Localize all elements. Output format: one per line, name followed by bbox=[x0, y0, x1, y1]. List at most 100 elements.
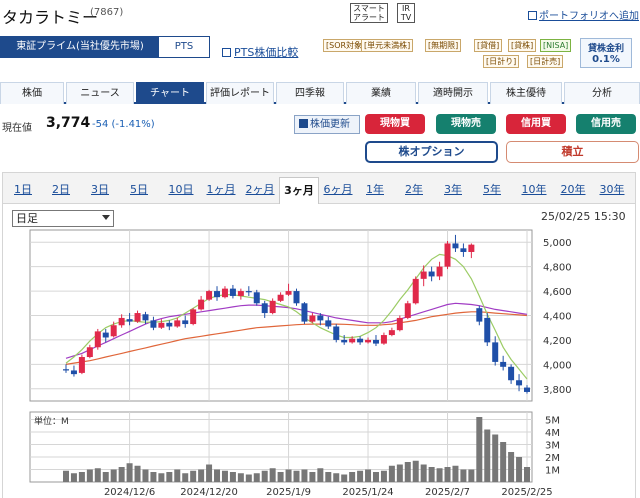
volume-bar bbox=[380, 470, 387, 482]
candle-body bbox=[460, 248, 467, 252]
volume-bar bbox=[309, 472, 316, 482]
volume-bar bbox=[301, 469, 308, 482]
volume-bar bbox=[508, 452, 515, 482]
volume-unit-label: 単位：M bbox=[34, 415, 69, 427]
volume-bar bbox=[142, 469, 149, 482]
candle-body bbox=[444, 243, 451, 267]
candle-body bbox=[341, 339, 348, 343]
candle-body bbox=[78, 357, 85, 373]
volume-bar bbox=[174, 469, 181, 482]
candle-body bbox=[229, 288, 236, 296]
candle-body bbox=[500, 361, 507, 367]
volume-bar bbox=[492, 434, 499, 482]
volume-bar bbox=[70, 473, 77, 482]
x-tick-label: 2024/12/20 bbox=[180, 487, 238, 498]
candle-body bbox=[484, 317, 491, 343]
volume-bar bbox=[388, 465, 395, 482]
candle-body bbox=[198, 299, 205, 310]
candle-body bbox=[126, 319, 133, 322]
volume-bar bbox=[277, 472, 284, 482]
volume-tick-label: 3M bbox=[545, 441, 560, 452]
candle-body bbox=[142, 314, 149, 321]
volume-bar bbox=[317, 468, 324, 482]
candle-body bbox=[206, 291, 213, 300]
candle-body bbox=[325, 320, 332, 327]
volume-bar bbox=[468, 469, 475, 482]
candle-body bbox=[309, 315, 316, 322]
volume-bar bbox=[365, 469, 372, 482]
price-tick-label: 4,000 bbox=[543, 360, 572, 371]
volume-bar bbox=[476, 417, 483, 482]
candle-body bbox=[174, 320, 181, 327]
volume-bar bbox=[78, 472, 85, 482]
volume-bar bbox=[86, 469, 93, 482]
candle-body bbox=[190, 309, 197, 325]
candle-body bbox=[166, 322, 173, 327]
volume-bar bbox=[245, 474, 252, 482]
candle-body bbox=[70, 370, 77, 375]
price-chart[interactable]: 5,000 4,800 4,600 4,400 4,200 4,000 3,800 5M4M 3… bbox=[0, 0, 640, 498]
volume-bar bbox=[372, 472, 379, 482]
volume-bar bbox=[428, 467, 435, 482]
price-tick-label: 4,200 bbox=[543, 336, 572, 347]
candle-body bbox=[102, 332, 109, 338]
volume-bar bbox=[460, 469, 467, 482]
candle-body bbox=[158, 322, 165, 328]
volume-bar bbox=[261, 470, 268, 482]
volume-bar bbox=[110, 469, 117, 482]
volume-bar bbox=[341, 474, 348, 482]
candle-body bbox=[508, 366, 515, 381]
candle-body bbox=[134, 313, 141, 322]
candle-body bbox=[301, 303, 308, 322]
volume-bar bbox=[206, 464, 213, 482]
candle-body bbox=[94, 331, 101, 348]
candle-body bbox=[492, 342, 499, 362]
volume-bar bbox=[221, 470, 228, 482]
candle-body bbox=[253, 292, 260, 304]
volume-tick-label: 5M bbox=[545, 416, 560, 427]
volume-bar bbox=[333, 473, 340, 482]
volume-bar bbox=[412, 460, 419, 482]
volume-bar bbox=[357, 470, 364, 482]
candle-body bbox=[372, 339, 379, 344]
candle-body bbox=[269, 300, 276, 314]
candle-body bbox=[436, 266, 443, 277]
volume-bar bbox=[134, 465, 141, 482]
candle-body bbox=[452, 243, 459, 249]
candle-body bbox=[285, 291, 292, 295]
candle-body bbox=[349, 338, 356, 343]
candle-body bbox=[293, 291, 300, 304]
volume-bar bbox=[285, 469, 292, 482]
price-tick-label: 4,600 bbox=[543, 287, 572, 298]
volume-tick-label: 4M bbox=[545, 428, 560, 439]
volume-bar bbox=[404, 462, 411, 482]
volume-bar bbox=[198, 469, 205, 482]
candle-body bbox=[365, 339, 372, 343]
volume-bar bbox=[325, 472, 332, 482]
x-tick-label: 2025/1/24 bbox=[342, 487, 393, 498]
volume-bar bbox=[126, 463, 133, 482]
volume-tick-label: 1M bbox=[545, 466, 560, 477]
volume-bar bbox=[524, 467, 530, 482]
volume-bar bbox=[229, 472, 236, 482]
candle-body bbox=[317, 315, 324, 321]
volume-bar bbox=[182, 473, 189, 482]
volume-bar bbox=[349, 472, 356, 482]
volume-bar bbox=[452, 465, 459, 482]
x-tick-label: 2025/2/7 bbox=[425, 487, 470, 498]
candle-body bbox=[182, 320, 189, 325]
volume-bar bbox=[420, 464, 427, 482]
candle-body bbox=[380, 335, 387, 344]
volume-bar bbox=[118, 467, 125, 482]
volume-bar bbox=[166, 472, 173, 482]
volume-bar bbox=[214, 469, 221, 482]
volume-bar bbox=[94, 468, 101, 482]
candle-body bbox=[214, 291, 221, 298]
candle-body bbox=[110, 325, 117, 337]
volume-bar bbox=[269, 468, 276, 482]
candle-body bbox=[86, 347, 93, 358]
volume-bar bbox=[63, 470, 69, 482]
volume-bar bbox=[396, 464, 403, 482]
candle-body bbox=[333, 326, 340, 340]
volume-bar bbox=[237, 473, 244, 482]
